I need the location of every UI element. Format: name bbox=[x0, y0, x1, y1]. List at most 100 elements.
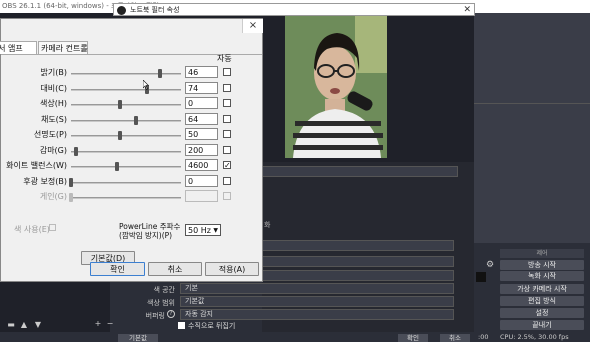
slider-track[interactable] bbox=[71, 135, 181, 137]
color-range-select[interactable]: 기본값 bbox=[180, 296, 454, 307]
control-label: 색상(H) bbox=[40, 99, 67, 108]
obs-logo-icon bbox=[117, 6, 126, 15]
control-row: 채도(S) 64 bbox=[1, 112, 262, 128]
auto-checkbox[interactable] bbox=[223, 130, 231, 138]
value-input[interactable]: 0 bbox=[185, 97, 218, 109]
ok-button-visible[interactable]: 확인 bbox=[90, 262, 145, 276]
slider-thumb[interactable] bbox=[74, 146, 79, 156]
remove-scene-icon[interactable]: ▬ bbox=[5, 320, 17, 330]
slider-track[interactable] bbox=[71, 181, 181, 184]
start-virtual-camera-button[interactable]: 가상 카메라 시작 bbox=[500, 284, 584, 294]
slider-track bbox=[71, 197, 181, 199]
control-label: 채도(S) bbox=[40, 114, 67, 124]
slider-track[interactable] bbox=[71, 104, 181, 106]
control-label: 게인(G) bbox=[39, 192, 67, 201]
filter-properties-titlebar: 노트북 필터 속성 ✕ bbox=[113, 3, 475, 16]
camera-properties-dialog: × 프로세서 앰프 카메라 컨트롤 자동 색 사용(E) PowerLine 주… bbox=[0, 18, 263, 282]
auto-checkbox[interactable] bbox=[223, 68, 231, 76]
control-row: 감마(G) 200 bbox=[1, 143, 262, 159]
apply-button[interactable]: 적용(A) bbox=[205, 262, 259, 276]
value-input[interactable]: 64 bbox=[185, 112, 218, 125]
color-enable-checkbox bbox=[49, 224, 56, 231]
props-ok-button[interactable]: 확인 bbox=[398, 334, 428, 342]
webcam-preview bbox=[285, 13, 387, 158]
filter-window-title: 노트북 필터 속성 bbox=[130, 6, 180, 14]
color-range-label: 색상 범위 bbox=[147, 299, 175, 307]
auto-checkbox[interactable] bbox=[223, 145, 231, 154]
buffering-select[interactable]: 자동 감지 bbox=[180, 309, 454, 320]
color-space-label: 색 공간 bbox=[153, 286, 175, 294]
start-recording-button[interactable]: 녹화 시작 bbox=[500, 271, 584, 281]
control-label: 감마(G) bbox=[39, 145, 67, 155]
control-label: 선명도(P) bbox=[33, 130, 67, 139]
filter-window-close-icon[interactable]: ✕ bbox=[463, 4, 471, 16]
control-row: 색상(H) 0 bbox=[1, 97, 262, 112]
props-default-button[interactable]: 기본값 bbox=[118, 334, 158, 342]
value-input[interactable]: 50 bbox=[185, 128, 218, 140]
auto-checkbox[interactable] bbox=[223, 83, 231, 92]
slider-track[interactable] bbox=[71, 166, 181, 168]
slider-thumb[interactable] bbox=[69, 177, 73, 187]
control-label: 후광 보정(B) bbox=[23, 176, 67, 186]
auto-checkbox bbox=[223, 192, 231, 200]
value-input[interactable]: 46 bbox=[185, 66, 218, 78]
slider-thumb bbox=[69, 193, 73, 202]
value-input bbox=[185, 190, 218, 202]
exit-button[interactable]: 끝내기 bbox=[500, 320, 584, 330]
auto-checkbox[interactable] bbox=[223, 99, 231, 107]
settings-button[interactable]: 설정 bbox=[500, 308, 584, 318]
slider-thumb[interactable] bbox=[133, 115, 138, 125]
mouse-cursor-icon bbox=[143, 80, 149, 90]
slider-track[interactable] bbox=[71, 119, 181, 122]
studio-mode-button[interactable]: 편집 방식 bbox=[500, 296, 584, 306]
help-icon: ? bbox=[167, 310, 175, 318]
slider-thumb[interactable] bbox=[117, 131, 122, 140]
tab-processor-amp[interactable]: 프로세서 앰프 bbox=[0, 41, 37, 54]
mixer-meter bbox=[476, 272, 486, 282]
dialog-close-icon[interactable]: × bbox=[242, 19, 263, 33]
powerline-frequency-label: PowerLine 주파수(깜박임 방지)(P) bbox=[119, 222, 181, 240]
status-prefix: :00 bbox=[478, 333, 489, 341]
control-label: 밝기(B) bbox=[40, 68, 67, 77]
remove-source-icon[interactable]: − bbox=[104, 319, 116, 329]
cancel-button[interactable]: 취소 bbox=[148, 262, 202, 276]
flip-label: 수직으로 뒤집기 bbox=[188, 322, 236, 330]
value-input[interactable]: 0 bbox=[185, 174, 218, 187]
tab-camera-control[interactable]: 카메라 컨트롤 bbox=[38, 41, 88, 54]
control-row: 화이트 밸런스(W) 4600 ✓ bbox=[1, 159, 262, 174]
auto-checkbox[interactable] bbox=[223, 176, 231, 185]
right-dock-area bbox=[474, 13, 590, 243]
control-row: 선명도(P) 50 bbox=[1, 128, 262, 143]
value-input[interactable]: 200 bbox=[185, 143, 218, 156]
control-label: 화이트 밸런스(W) bbox=[6, 161, 67, 170]
partial-text: 화 bbox=[264, 221, 271, 229]
control-row: 밝기(B) 46 bbox=[1, 66, 262, 81]
powerline-frequency-select[interactable]: 50 Hz ▼ bbox=[185, 224, 221, 236]
buffering-label: 버퍼링 bbox=[145, 312, 165, 320]
slider-track[interactable] bbox=[71, 150, 181, 153]
color-space-select[interactable]: 기본 bbox=[180, 283, 454, 294]
control-row: 후광 보정(B) 0 bbox=[1, 174, 262, 190]
value-input[interactable]: 4600 bbox=[185, 159, 218, 171]
move-down-icon[interactable]: ▼ bbox=[32, 320, 44, 330]
auto-column-header: 자동 bbox=[217, 54, 232, 63]
props-cancel-button[interactable]: 취소 bbox=[440, 334, 470, 342]
color-enable-label: 색 사용(E) bbox=[14, 225, 50, 234]
powerline-value: 50 Hz bbox=[188, 226, 211, 235]
flip-checkbox[interactable] bbox=[178, 322, 185, 329]
slider-thumb[interactable] bbox=[157, 69, 162, 78]
move-up-icon[interactable]: ▲ bbox=[18, 320, 30, 330]
slider-track[interactable] bbox=[71, 88, 181, 91]
start-streaming-button[interactable]: 방송 시작 bbox=[500, 260, 584, 270]
slider-thumb[interactable] bbox=[115, 162, 120, 171]
value-input[interactable]: 74 bbox=[185, 81, 218, 94]
control-label: 대비(C) bbox=[40, 83, 67, 93]
control-row: 게인(G) bbox=[1, 190, 262, 205]
gear-icon[interactable]: ⚙ bbox=[486, 260, 494, 270]
add-source-icon[interactable]: + bbox=[92, 319, 104, 329]
slider-track[interactable] bbox=[71, 73, 181, 75]
controls-dock-header: 제어 bbox=[500, 249, 584, 258]
auto-checkbox[interactable] bbox=[223, 114, 231, 123]
auto-checkbox[interactable]: ✓ bbox=[223, 161, 231, 170]
slider-thumb[interactable] bbox=[117, 100, 122, 109]
